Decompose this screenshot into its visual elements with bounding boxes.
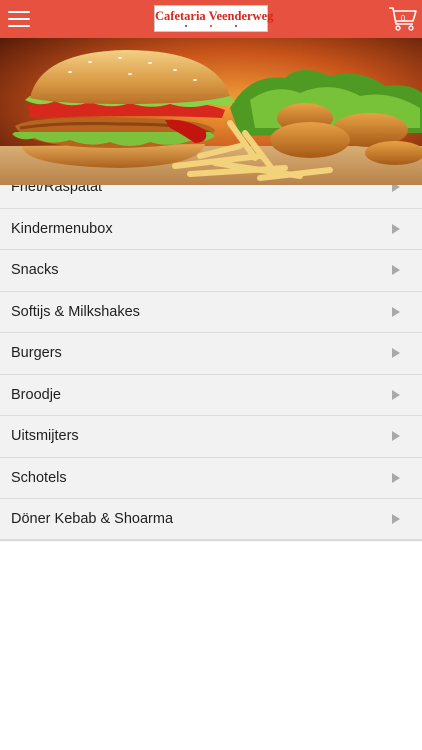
category-label: Uitsmijters — [11, 428, 79, 444]
shopping-cart-icon[interactable]: 0 — [388, 5, 418, 33]
logo-decoration — [155, 25, 267, 30]
category-label: Döner Kebab & Shoarma — [11, 511, 174, 527]
chevron-right-icon — [392, 514, 400, 524]
category-label: Kindermenubox — [11, 220, 113, 237]
category-item-schotels[interactable]: Schotels — [0, 457, 422, 499]
category-list: Friet/Raspatat Kindermenubox Snacks Soft… — [0, 167, 422, 541]
category-item-burgers[interactable]: Burgers — [0, 333, 422, 375]
category-label: Burgers — [11, 345, 62, 361]
list-bottom-shadow — [0, 539, 422, 542]
app-header: Cafetaria Veenderweg 0 — [0, 0, 422, 38]
chevron-right-icon — [392, 472, 400, 483]
hero-banner — [0, 38, 422, 185]
category-item-doner-kebab-shoarma[interactable]: Döner Kebab & Shoarma — [0, 499, 422, 541]
chevron-right-icon — [392, 348, 400, 358]
chevron-right-icon — [392, 223, 400, 234]
category-label: Schotels — [11, 469, 67, 486]
chevron-right-icon — [392, 265, 400, 275]
category-label: Softijs & Milkshakes — [11, 303, 140, 320]
chevron-right-icon — [392, 389, 400, 400]
category-item-softijs-milkshakes[interactable]: Softijs & Milkshakes — [0, 291, 422, 333]
category-item-snacks[interactable]: Snacks — [0, 250, 422, 292]
logo-text: Cafetaria Veenderweg — [155, 9, 274, 23]
category-label: Snacks — [11, 262, 59, 278]
category-item-broodje[interactable]: Broodje — [0, 374, 422, 416]
chevron-right-icon — [392, 431, 400, 441]
category-item-kindermenubox[interactable]: Kindermenubox — [0, 208, 422, 250]
restaurant-logo: Cafetaria Veenderweg — [154, 5, 274, 32]
burger-fries-illustration — [0, 38, 422, 185]
category-item-uitsmijters[interactable]: Uitsmijters — [0, 416, 422, 458]
hamburger-menu-icon[interactable] — [8, 9, 30, 29]
chevron-right-icon — [392, 306, 400, 317]
category-label: Broodje — [11, 386, 61, 403]
cart-count: 0 — [400, 14, 406, 23]
